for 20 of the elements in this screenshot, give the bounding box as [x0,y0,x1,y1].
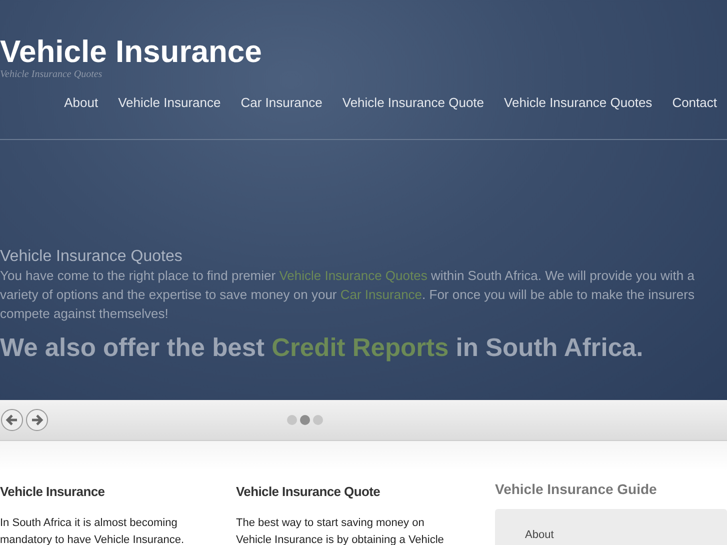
slider-dot[interactable] [300,415,310,425]
column-heading: Vehicle Insurance [0,483,106,501]
nav-link[interactable]: About [64,94,98,112]
nav-link[interactable]: Vehicle Insurance [118,94,221,112]
slide-heading: Vehicle Insurance Quotes [0,248,184,266]
nav-link[interactable]: Contact [672,94,717,112]
nav-link[interactable]: Vehicle Insurance Quote [342,94,484,112]
sidebar-link[interactable]: About [525,529,554,541]
site-tagline: Vehicle Insurance Quotes [0,69,104,81]
nav-link[interactable]: Car Insurance [240,94,322,112]
slide-headline: We also offer the best Credit Reports in South Africa. [0,333,644,363]
sidebar-heading: Vehicle Insurance Guide [495,481,658,499]
slider-dot[interactable] [313,415,323,425]
nav-link[interactable]: Vehicle Insurance Quotes [504,94,652,112]
site-title[interactable]: Vehicle Insurance [0,35,727,69]
column-heading: Vehicle Insurance Quote [236,483,382,501]
slider-dot[interactable] [287,415,297,425]
column-text: In South Africa it is almost becoming mandatory to have Vehicle Insurance. [0,516,186,545]
slide-paragraph: You have come to the right place to find premier Vehicle Insurance Quotes within South Africa. We will provide you with a variety of options and the expertise to save money on your Car Insurance. For once you will be able to make the insurers compete against themselves! [0,267,696,323]
column-text: The best way to start saving money on Vehicle Insurance is by obtaining a Vehicle [236,516,445,545]
